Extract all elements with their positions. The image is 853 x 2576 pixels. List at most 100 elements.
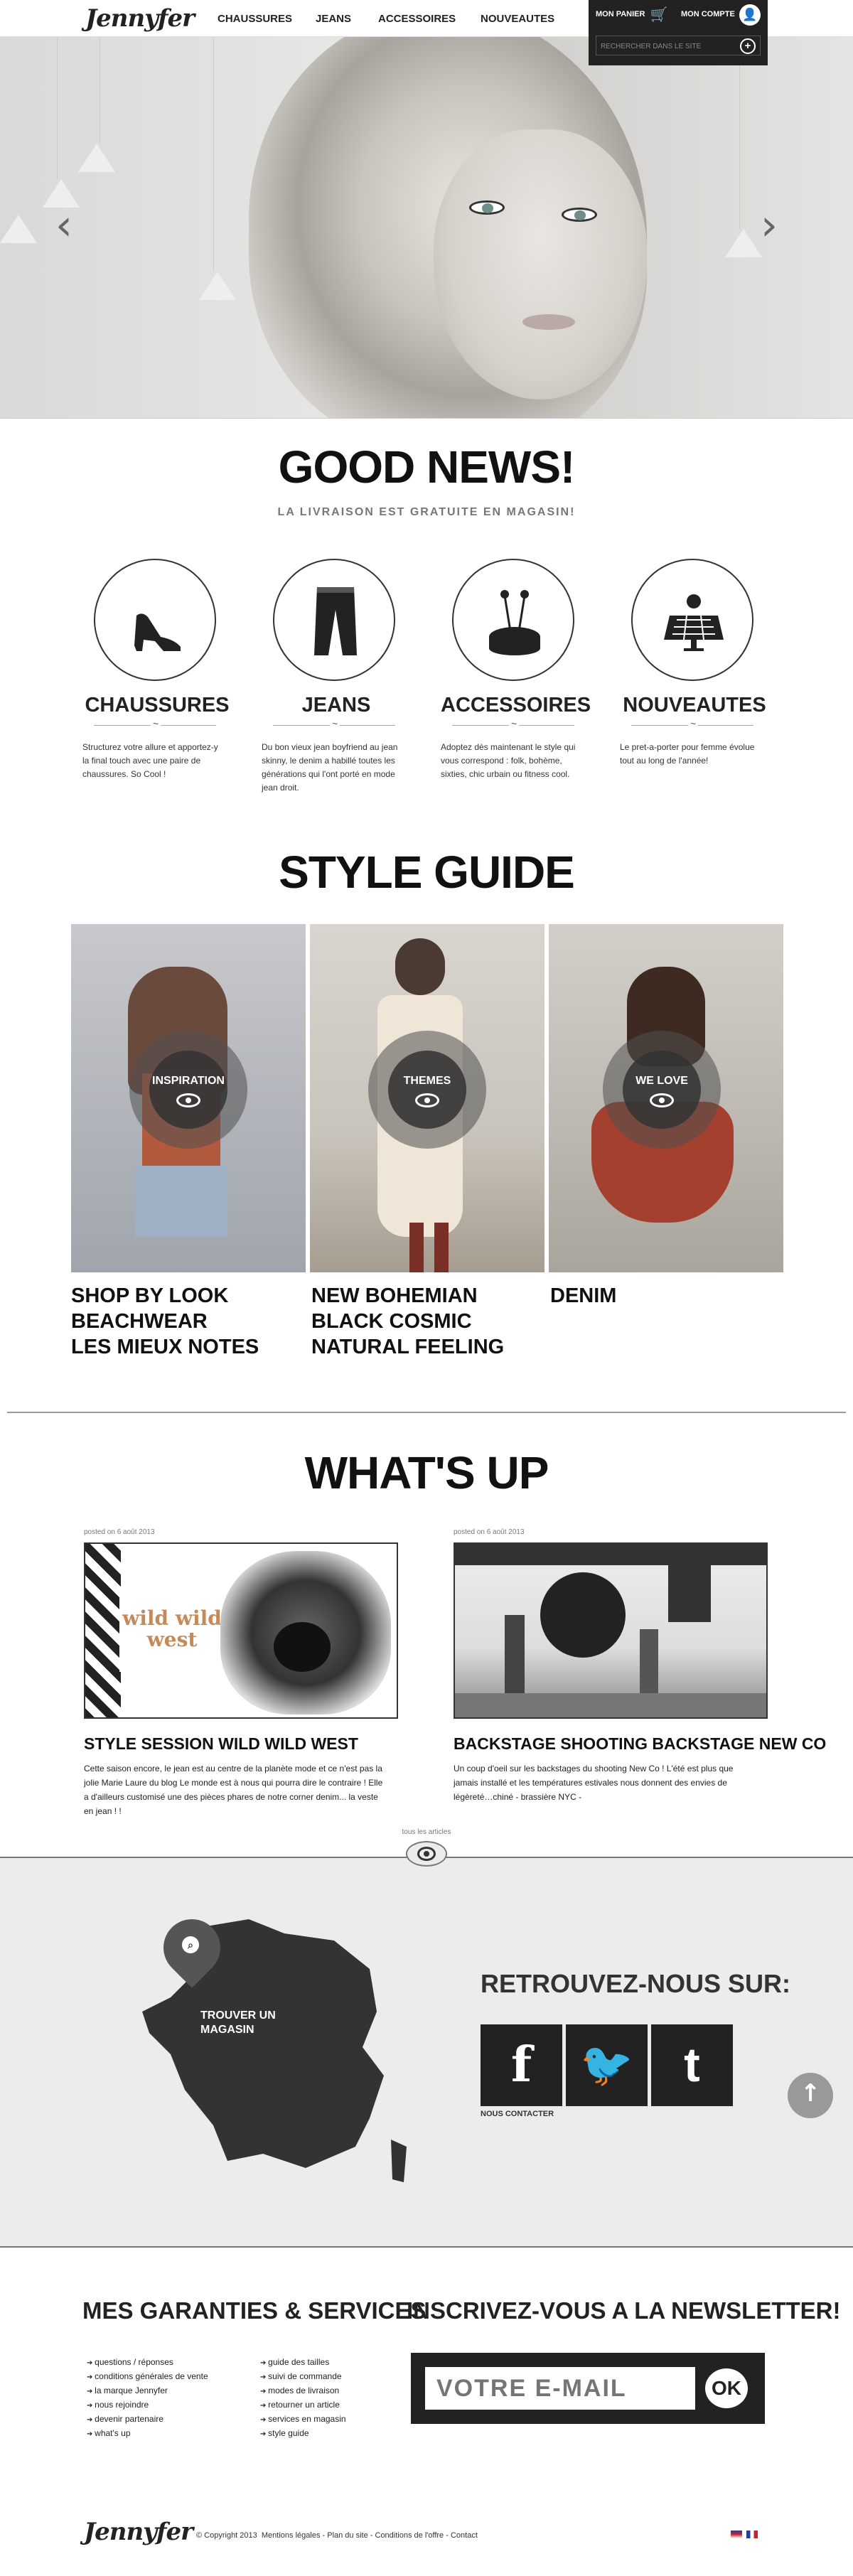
footer-link[interactable]: style guide bbox=[260, 2427, 346, 2441]
good-news-subtitle: LA LIVRAISON EST GRATUITE EN MAGASIN! bbox=[277, 506, 576, 518]
search-input[interactable] bbox=[601, 40, 729, 53]
services-title: MES GARANTIES & SERVICES bbox=[82, 2297, 426, 2324]
themes-label[interactable]: THEMES bbox=[388, 1075, 466, 1088]
eye-icon[interactable] bbox=[415, 1093, 439, 1107]
link-shop-by-look[interactable]: SHOP BY LOOK bbox=[71, 1283, 259, 1309]
link-new-bohemian[interactable]: NEW BOHEMIAN bbox=[311, 1283, 504, 1309]
newsletter-title: INSCRIVEZ-VOUS A LA NEWSLETTER! bbox=[407, 2297, 841, 2324]
post-title[interactable]: STYLE SESSION WILD WILD WEST bbox=[84, 1734, 358, 1754]
footer-link[interactable]: retourner un article bbox=[260, 2398, 346, 2413]
category-title[interactable]: NOUVEAUTES bbox=[620, 694, 769, 717]
find-store-label[interactable]: TROUVER UN MAGASIN bbox=[200, 2009, 279, 2037]
inspiration-label[interactable]: INSPIRATION bbox=[149, 1075, 227, 1088]
link-denim[interactable]: DENIM bbox=[550, 1283, 616, 1309]
shoe-icon[interactable] bbox=[94, 559, 216, 681]
search-box: + bbox=[596, 36, 761, 55]
flag-fr-icon[interactable] bbox=[746, 2531, 758, 2538]
post-text: Un coup d'oeil sur les backstages du sho… bbox=[454, 1764, 734, 1802]
footer-link[interactable]: conditions générales de vente bbox=[87, 2370, 208, 2384]
social-title: RETROUVEZ-NOUS SUR: bbox=[481, 1969, 791, 1998]
link-les-mieux-notes[interactable]: LES MIEUX NOTES bbox=[71, 1334, 259, 1360]
cart-label[interactable]: MON PANIER bbox=[596, 10, 645, 18]
category-text: Du bon vieux jean boyfriend au jean skin… bbox=[262, 742, 398, 793]
footer-link-contact[interactable]: Contact bbox=[451, 2531, 478, 2540]
category-text: Structurez votre allure et apportez-y la… bbox=[82, 742, 218, 779]
category-text: Le pret-a-porter pour femme évolue tout … bbox=[620, 742, 755, 766]
footer-link-mentions[interactable]: Mentions légales bbox=[262, 2531, 321, 2540]
pincushion-icon[interactable] bbox=[452, 559, 574, 681]
copyright: © Copyright 2013 bbox=[196, 2531, 257, 2540]
footer-link[interactable]: nous rejoindre bbox=[87, 2398, 208, 2413]
user-box: MON PANIER 🛒 MON COMPTE 👤 + bbox=[589, 0, 768, 65]
footer-link[interactable]: what's up bbox=[87, 2427, 208, 2441]
hero-face bbox=[434, 129, 647, 399]
all-articles-eye-icon[interactable] bbox=[406, 1841, 447, 1867]
style-guide-title: STYLE GUIDE bbox=[279, 847, 575, 898]
nav-accessoires[interactable]: ACCESSOIRES bbox=[378, 13, 456, 25]
facebook-icon[interactable]: f bbox=[481, 2024, 562, 2106]
services-links-col2: guide des tailles suivi de commande mode… bbox=[260, 2356, 346, 2441]
contact-link[interactable]: NOUS CONTACTER bbox=[481, 2110, 554, 2118]
footer-link[interactable]: devenir partenaire bbox=[87, 2413, 208, 2427]
footer-link[interactable]: guide des tailles bbox=[260, 2356, 346, 2370]
style-panel-inspiration[interactable]: INSPIRATION bbox=[71, 924, 306, 1272]
footer-link[interactable]: modes de livraison bbox=[260, 2384, 346, 2398]
link-beachwear[interactable]: BEACHWEAR bbox=[71, 1309, 259, 1334]
jeans-icon[interactable] bbox=[273, 559, 395, 681]
email-input[interactable] bbox=[425, 2367, 695, 2410]
footer-logo[interactable]: Jennyfer bbox=[84, 2518, 193, 2546]
services-links-col1: questions / réponses conditions générale… bbox=[87, 2356, 208, 2441]
footer-link-conditions[interactable]: Conditions de l'offre bbox=[375, 2531, 444, 2540]
post-date: posted on 6 août 2013 bbox=[454, 1528, 525, 1536]
nav-jeans[interactable]: JEANS bbox=[316, 13, 351, 25]
cart-icon[interactable]: 🛒 bbox=[648, 4, 670, 26]
user-icon[interactable]: 👤 bbox=[739, 4, 761, 26]
good-news-title: GOOD NEWS! bbox=[278, 441, 576, 493]
footer-link[interactable]: questions / réponses bbox=[87, 2356, 208, 2370]
whats-up-title: WHAT'S UP bbox=[304, 1447, 549, 1498]
post-title[interactable]: BACKSTAGE SHOOTING BACKSTAGE NEW CO bbox=[454, 1734, 826, 1754]
eye-icon[interactable] bbox=[176, 1093, 200, 1107]
style-links-col2: NEW BOHEMIAN BLACK COSMIC NATURAL FEELIN… bbox=[311, 1283, 504, 1360]
post-date: posted on 6 août 2013 bbox=[84, 1528, 155, 1536]
nav-chaussures[interactable]: CHAUSSURES bbox=[218, 13, 292, 25]
link-black-cosmic[interactable]: BLACK COSMIC bbox=[311, 1309, 504, 1334]
post-text: Cette saison encore, le jean est au cent… bbox=[84, 1764, 383, 1816]
post-image-backstage[interactable] bbox=[454, 1542, 768, 1719]
link-natural-feeling[interactable]: NATURAL FEELING bbox=[311, 1334, 504, 1360]
newsletter-submit-button[interactable]: OK bbox=[705, 2368, 748, 2408]
search-icon: ⌕ bbox=[182, 1936, 199, 1953]
tumblr-icon[interactable]: t bbox=[651, 2024, 733, 2106]
account-label[interactable]: MON COMPTE bbox=[681, 10, 735, 18]
style-links-col1: SHOP BY LOOK BEACHWEAR LES MIEUX NOTES bbox=[71, 1283, 259, 1360]
solar-panel-icon[interactable] bbox=[631, 559, 753, 681]
we-love-label[interactable]: WE LOVE bbox=[623, 1075, 701, 1088]
footer-link-plan[interactable]: Plan du site bbox=[327, 2531, 368, 2540]
footer-link[interactable]: la marque Jennyfer bbox=[87, 2384, 208, 2398]
style-links-col3: DENIM bbox=[550, 1283, 616, 1309]
footer-link[interactable]: services en magasin bbox=[260, 2413, 345, 2427]
scroll-top-icon[interactable]: ↑ bbox=[788, 2073, 833, 2118]
footer-link[interactable]: suivi de commande bbox=[260, 2370, 346, 2384]
logo[interactable]: Jennyfer bbox=[85, 4, 195, 33]
section-divider bbox=[7, 1412, 846, 1413]
category-text: Adoptez dès maintenant le style qui vous… bbox=[441, 742, 576, 779]
all-articles-link[interactable]: tous les articles bbox=[0, 1828, 853, 1836]
hero-slider: ‹ › bbox=[0, 37, 853, 418]
category-title[interactable]: CHAUSSURES bbox=[82, 694, 232, 717]
footer-bottom-bar: © Copyright 2013 Mentions légales - Plan… bbox=[196, 2531, 478, 2540]
post-image-wild-west[interactable]: wild wild west bbox=[84, 1542, 398, 1719]
flag-en-icon[interactable] bbox=[731, 2531, 742, 2538]
nav-nouveautes[interactable]: NOUVEAUTES bbox=[481, 13, 554, 25]
style-panel-themes[interactable]: THEMES bbox=[310, 924, 544, 1272]
next-arrow-icon[interactable]: › bbox=[761, 200, 778, 250]
style-panel-we-love[interactable]: WE LOVE bbox=[549, 924, 783, 1272]
category-title[interactable]: ACCESSOIRES bbox=[441, 694, 591, 717]
twitter-icon[interactable]: 🐦 bbox=[566, 2024, 648, 2106]
search-submit-icon[interactable]: + bbox=[740, 38, 756, 54]
prev-arrow-icon[interactable]: ‹ bbox=[55, 200, 73, 250]
newsletter-form: OK bbox=[411, 2353, 765, 2424]
post-image-caption: wild wild west bbox=[122, 1606, 222, 1651]
category-title[interactable]: JEANS bbox=[262, 694, 411, 717]
eye-icon[interactable] bbox=[650, 1093, 674, 1107]
